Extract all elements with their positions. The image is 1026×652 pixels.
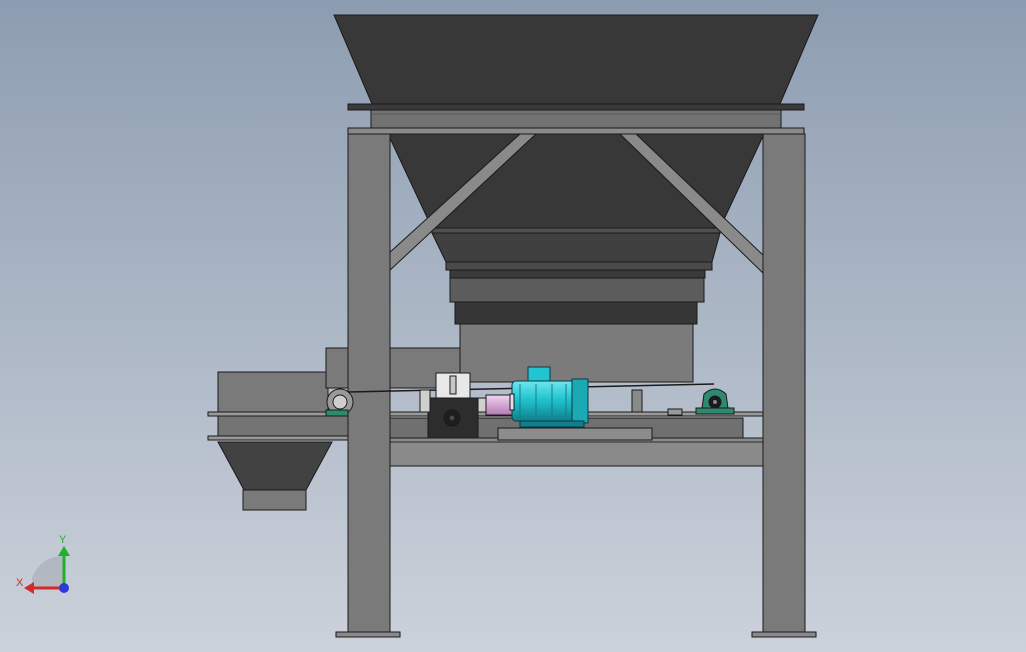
cad-viewport[interactable]: X Y: [0, 0, 1026, 652]
y-axis-label: Y: [59, 534, 67, 546]
x-axis-label: X: [16, 577, 24, 589]
model-scene[interactable]: X Y: [0, 0, 1026, 652]
shaft-coupling[interactable]: [477, 394, 513, 416]
tension-post[interactable]: [631, 389, 643, 413]
left-pulley-bearing[interactable]: [325, 388, 354, 417]
top-cross-beam[interactable]: [347, 127, 805, 135]
deck-bolt: [667, 408, 683, 416]
upper-hopper[interactable]: [333, 14, 819, 129]
z-axis-dot: [59, 583, 69, 593]
